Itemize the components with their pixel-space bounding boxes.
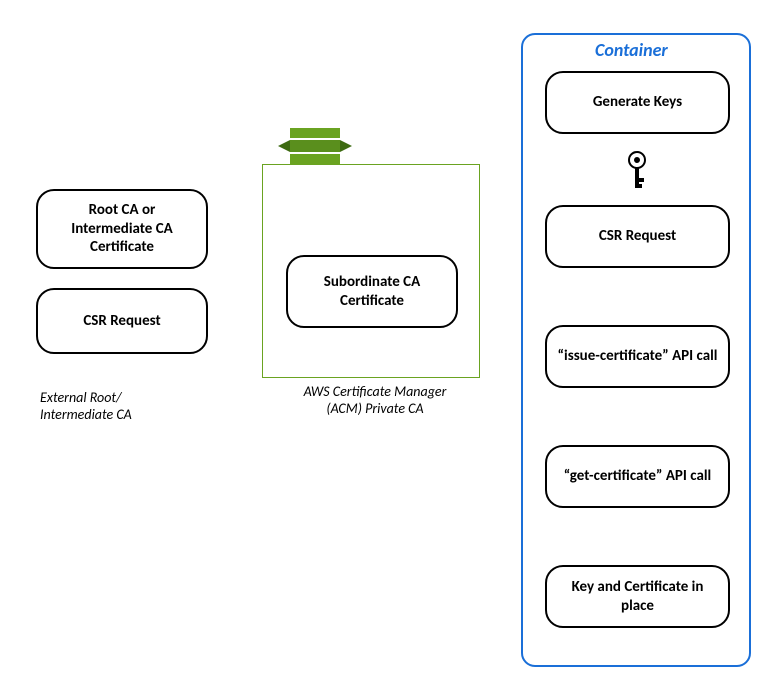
root-ca-cert-label: Root CA or Intermediate CA Certificate (48, 201, 196, 257)
private-ca-caption-text: AWS Certificate Manager (ACM) Private CA (304, 383, 447, 417)
container-title-text: Container (595, 39, 668, 61)
external-ca-caption-line1: External Root/ Intermediate CA (40, 389, 132, 423)
key-cert-in-place-node: Key and Certificate in place (545, 565, 730, 628)
issue-certificate-label: “issue-certificate” API call (558, 347, 718, 366)
private-ca-caption: AWS Certificate Manager (ACM) Private CA (280, 384, 470, 418)
generate-keys-node: Generate Keys (545, 71, 730, 134)
subordinate-ca-cert-label: Subordinate CA Certificate (298, 273, 446, 311)
root-intermediate-ca-cert-node: Root CA or Intermediate CA Certificate (36, 189, 208, 269)
container-csr-request-label: CSR Request (599, 227, 676, 246)
key-cert-in-place-label: Key and Certificate in place (557, 578, 718, 616)
external-csr-request-label: CSR Request (83, 312, 160, 331)
external-csr-request-node: CSR Request (36, 288, 208, 354)
get-certificate-label: “get-certificate” API call (564, 467, 712, 486)
external-ca-caption: External Root/ Intermediate CA (40, 390, 180, 424)
container-title: Container (595, 39, 668, 61)
generate-keys-label: Generate Keys (593, 93, 682, 112)
issue-certificate-node: “issue-certificate” API call (545, 325, 730, 388)
key-icon (620, 151, 654, 191)
get-certificate-node: “get-certificate” API call (545, 445, 730, 508)
container-csr-request-node: CSR Request (545, 205, 730, 268)
subordinate-ca-cert-node: Subordinate CA Certificate (286, 255, 458, 328)
aws-service-icon (278, 128, 352, 185)
